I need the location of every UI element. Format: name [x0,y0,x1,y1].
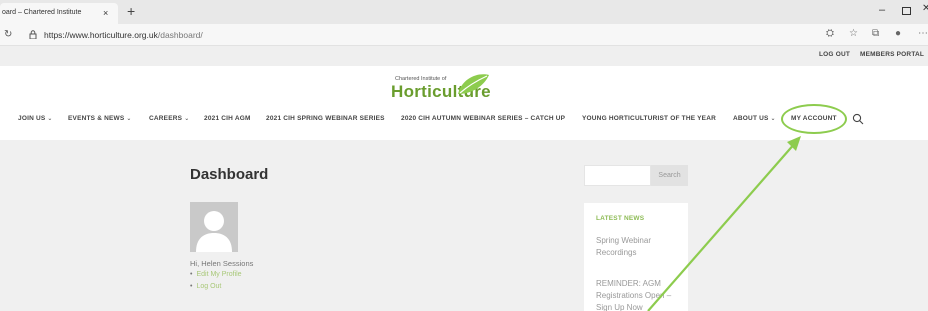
avatar [190,202,238,252]
content-area [0,140,928,311]
nav-label: JOIN US [18,115,46,122]
user-placeholder-icon [196,211,232,252]
browser-tab[interactable]: oard – Chartered Institute × [0,3,118,24]
url-path: /dashboard/ [157,30,203,40]
window-minimize-button[interactable]: – [879,4,885,16]
logout-link[interactable]: LOG OUT [819,51,850,58]
window-close-button[interactable]: ✕ [922,3,928,14]
news-item-link[interactable]: REMINDER: AGM Registrations Open – Sign … [596,278,684,311]
bullet-icon: • [190,271,193,278]
lock-icon [29,30,37,39]
chevron-down-icon: ⌄ [47,116,53,122]
new-tab-button[interactable]: + [127,3,135,19]
nav-young-horticulturist[interactable]: YOUNG HORTICULTURIST OF THE YEAR [582,115,716,122]
edit-profile-item: • Edit My Profile [190,271,242,278]
highlight-circle [781,104,847,134]
nav-events-news[interactable]: EVENTS & NEWS ⌄ [68,115,132,122]
latest-news-widget: LATEST NEWS Spring Webinar Recordings RE… [584,203,688,311]
latest-news-heading: LATEST NEWS [596,215,645,222]
nav-label: ABOUT US [733,115,769,122]
browser-address-bar: ↻ https://www.horticulture.org.uk/dashbo… [0,24,928,46]
favorite-star-icon[interactable]: ☆ [849,28,858,39]
site-logo[interactable]: Chartered Institute of Horticulture [384,72,492,106]
nav-join-us[interactable]: JOIN US ⌄ [18,115,53,122]
search-icon[interactable] [852,113,864,125]
url-host: https://www.horticulture.org.uk [44,30,158,40]
logout-profile-link[interactable]: Log Out [196,283,221,290]
window-maximize-button[interactable] [902,7,911,15]
tab-close-icon[interactable]: × [103,8,108,18]
sidebar-search-input[interactable] [584,165,651,186]
nav-about-us[interactable]: ABOUT US ⌄ [733,115,776,122]
refresh-icon[interactable]: ↻ [4,29,12,40]
profile-avatar-icon[interactable]: ● [895,28,901,39]
nav-spring-webinar[interactable]: 2021 CIH SPRING WEBINAR SERIES [266,115,385,122]
sidebar-search-button[interactable]: Search [651,165,688,186]
chevron-down-icon: ⌄ [126,116,132,122]
edit-profile-link[interactable]: Edit My Profile [196,271,241,278]
members-portal-link[interactable]: MEMBERS PORTAL [860,51,924,58]
nav-2021-agm[interactable]: 2021 CIH AGM [204,115,251,122]
leaf-logo-icon [458,74,489,94]
browser-titlebar: oard – Chartered Institute × + – ✕ [0,0,928,24]
chevron-down-icon: ⌄ [770,116,776,122]
more-menu-icon[interactable]: ⋯ [918,28,928,39]
tab-title: oard – Chartered Institute [2,9,82,16]
url-field[interactable]: https://www.horticulture.org.uk/dashboar… [44,30,203,40]
bullet-icon: • [190,283,193,290]
nav-label: CAREERS [149,115,183,122]
greeting-text: Hi, Helen Sessions [190,259,254,268]
page-title: Dashboard [190,166,269,183]
utility-bar: LOG OUT MEMBERS PORTAL [0,46,928,66]
chevron-down-icon: ⌄ [184,116,190,122]
nav-careers[interactable]: CAREERS ⌄ [149,115,189,122]
nav-autumn-webinar[interactable]: 2020 CIH AUTUMN WEBINAR SERIES – CATCH U… [401,115,565,122]
collections-icon[interactable]: ⧉ [872,28,879,39]
news-item-link[interactable]: Spring Webinar Recordings [596,235,684,259]
read-aloud-icon[interactable]: ⛭ [826,28,834,39]
logout-item: • Log Out [190,283,221,290]
nav-label: EVENTS & NEWS [68,115,125,122]
